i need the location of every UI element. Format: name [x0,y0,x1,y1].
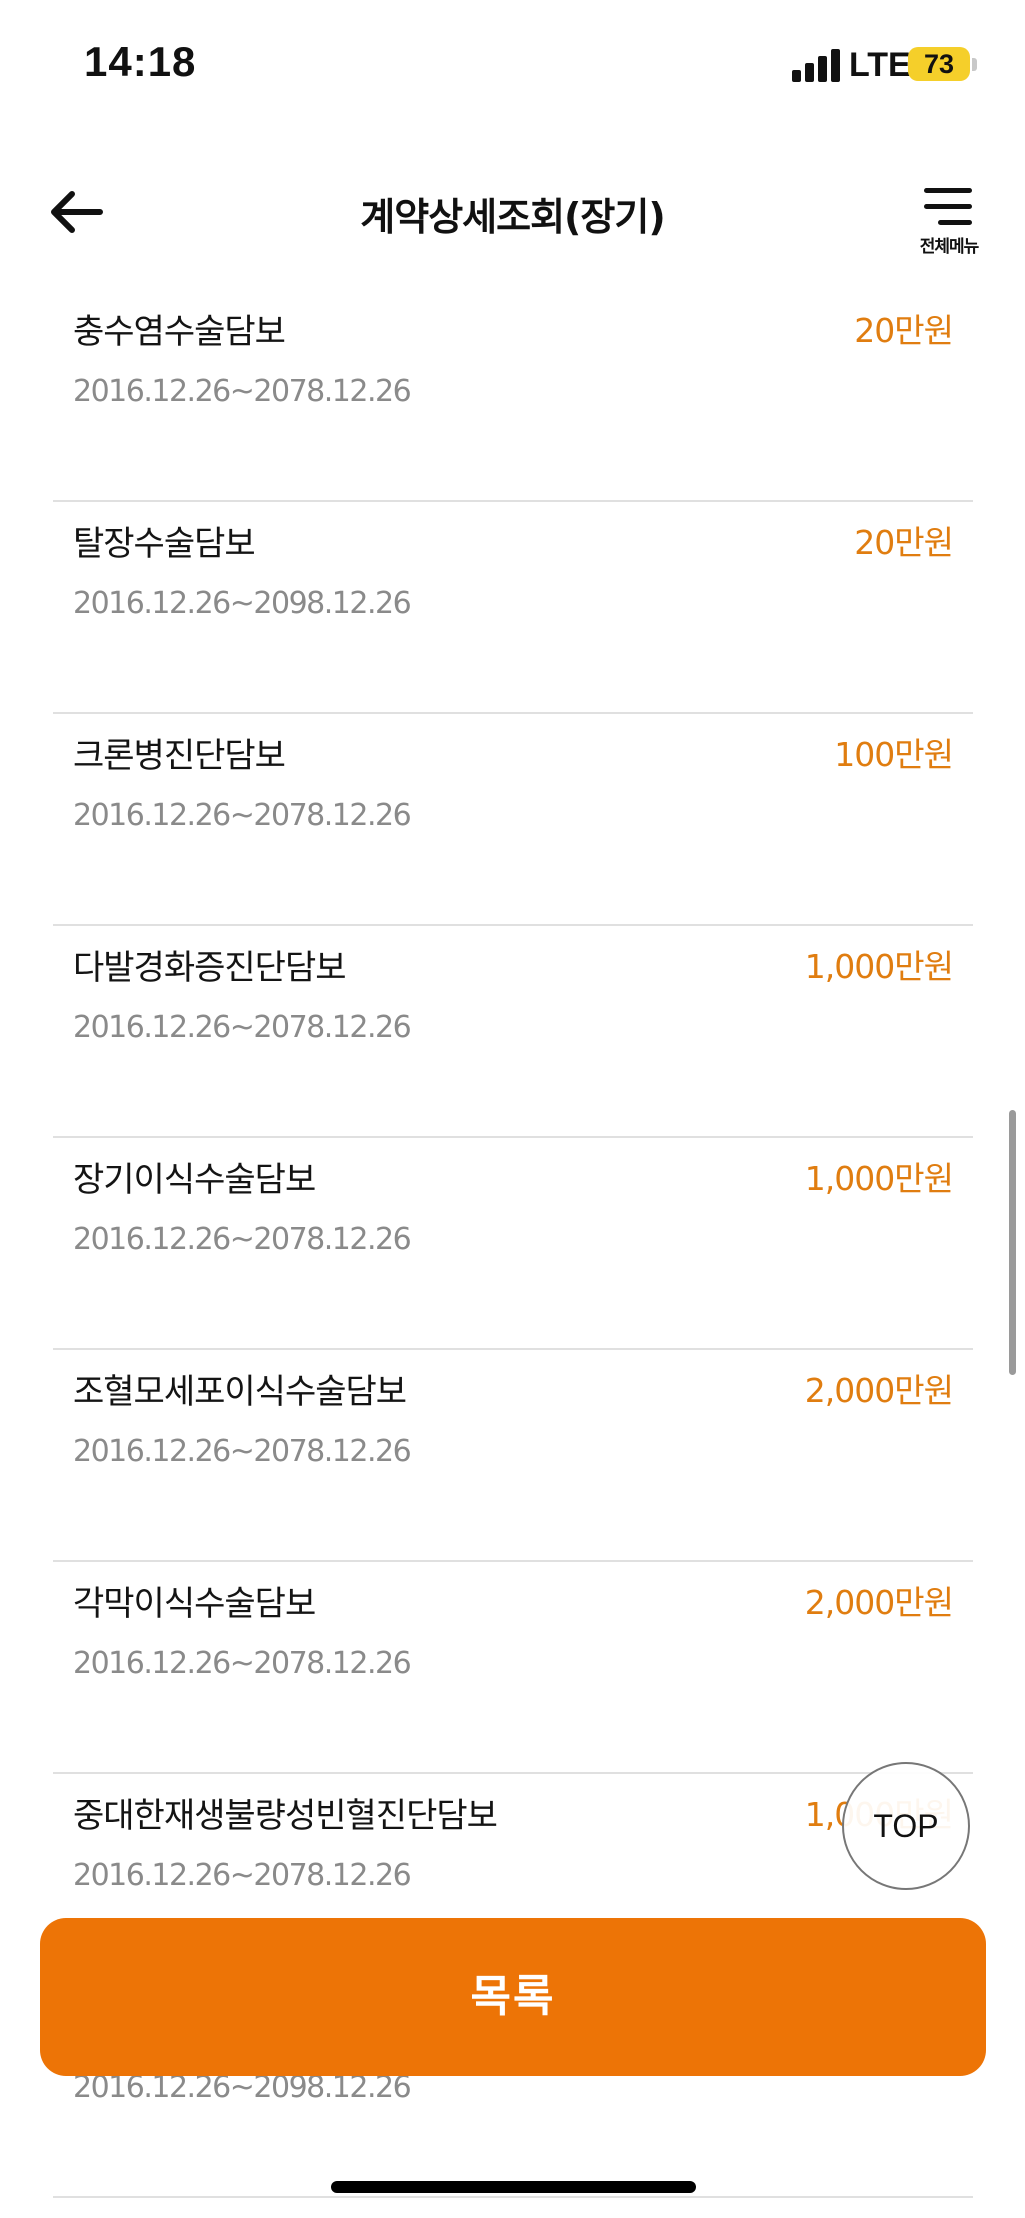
coverage-item[interactable]: 각막이식수술담보 2,000만원 2016.12.26~2078.12.26 [53,1562,973,1774]
coverage-period: 2016.12.26~2078.12.26 [73,1222,412,1257]
page-title: 계약상세조회(장기) [360,195,665,239]
coverage-amount: 20만원 [854,523,954,562]
scroll-top-button[interactable]: TOP [842,1762,970,1890]
coverage-name: 각막이식수술담보 [73,1584,316,1624]
coverage-amount: 20만원 [854,311,954,350]
status-bar: 14:18 LTE 73 [0,0,1025,130]
coverage-item[interactable]: 조혈모세포이식수술담보 2,000만원 2016.12.26~2078.12.2… [53,1350,973,1562]
coverage-amount: 2,000만원 [804,1371,954,1410]
home-indicator [331,2181,696,2193]
coverage-amount: 1,000만원 [804,947,954,986]
coverage-list: 충수염수술담보 20만원 2016.12.26~2078.12.26 탈장수술담… [53,290,973,2198]
coverage-name: 충수염수술담보 [73,312,286,352]
list-button[interactable]: 목록 [40,1918,986,2076]
coverage-period: 2016.12.26~2078.12.26 [73,1646,412,1681]
coverage-name: 장기이식수술담보 [73,1160,316,1200]
coverage-period: 2016.12.26~2078.12.26 [73,798,412,833]
network-label: LTE [849,46,911,84]
coverage-name: 중대한재생불량성빈혈진단담보 [73,1796,498,1836]
coverage-name: 조혈모세포이식수술담보 [73,1372,407,1412]
coverage-item[interactable]: 다발경화증진단담보 1,000만원 2016.12.26~2078.12.26 [53,926,973,1138]
header: 계약상세조회(장기) 전체메뉴 [0,130,1025,290]
battery-cap [972,58,977,71]
coverage-name: 탈장수술담보 [73,524,256,564]
coverage-amount: 2,000만원 [804,1583,954,1622]
coverage-item[interactable]: 충수염수술담보 20만원 2016.12.26~2078.12.26 [53,290,973,502]
full-menu-label: 전체메뉴 [919,237,980,257]
coverage-period: 2016.12.26~2098.12.26 [73,586,412,621]
status-time: 14:18 [84,38,197,85]
scrollbar-thumb[interactable] [1009,1110,1016,1375]
battery-level: 73 [923,49,955,79]
coverage-item[interactable]: 크론병진단담보 100만원 2016.12.26~2078.12.26 [53,714,973,926]
coverage-item[interactable]: 장기이식수술담보 1,000만원 2016.12.26~2078.12.26 [53,1138,973,1350]
coverage-name: 크론병진단담보 [73,736,286,776]
coverage-period: 2016.12.26~2078.12.26 [73,1434,412,1469]
coverage-amount: 100만원 [834,735,954,774]
coverage-period: 2016.12.26~2078.12.26 [73,1858,412,1893]
signal-icon [792,48,840,82]
coverage-item[interactable]: 탈장수술담보 20만원 2016.12.26~2098.12.26 [53,502,973,714]
coverage-period: 2016.12.26~2078.12.26 [73,1010,412,1045]
battery-icon: 73 [908,47,970,81]
coverage-period: 2016.12.26~2078.12.26 [73,374,412,409]
hamburger-icon [924,188,972,225]
full-menu-button[interactable]: 전체메뉴 [906,180,992,260]
coverage-name: 다발경화증진단담보 [73,948,347,988]
coverage-amount: 1,000만원 [804,1159,954,1198]
